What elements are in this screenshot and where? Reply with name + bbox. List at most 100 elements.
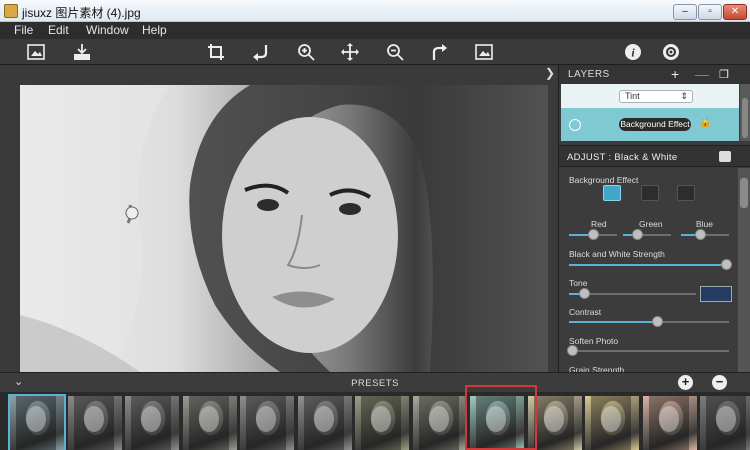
menu-edit[interactable]: Edit bbox=[48, 23, 69, 37]
slider-knob[interactable] bbox=[720, 259, 732, 270]
menu-file[interactable]: File bbox=[14, 23, 33, 37]
remove-layer-button[interactable]: — bbox=[695, 66, 709, 82]
layers-title: LAYERS bbox=[568, 69, 610, 80]
fit-image-icon[interactable] bbox=[475, 43, 493, 61]
channel-label-green: Green bbox=[639, 219, 663, 229]
right-panel: LAYERS + — ❐ Tint ⇕ Background Effect 🔒 A… bbox=[558, 65, 750, 375]
preset-thumbnail[interactable] bbox=[700, 396, 750, 450]
background-effect-label: Background Effect bbox=[569, 175, 639, 185]
menu-window[interactable]: Window bbox=[86, 23, 129, 37]
tone-color-swatch[interactable] bbox=[700, 286, 732, 302]
slider-contrast[interactable] bbox=[569, 316, 729, 327]
layer-name: Background Effect bbox=[619, 118, 691, 131]
preset-thumbnail[interactable] bbox=[585, 396, 639, 450]
channel-label-blue: Blue bbox=[696, 219, 714, 229]
preset-thumbnail[interactable] bbox=[527, 396, 582, 450]
channel-slider-green[interactable] bbox=[623, 229, 671, 240]
slider-knob[interactable] bbox=[588, 229, 599, 240]
thumbnail-face bbox=[256, 406, 276, 432]
tint-select[interactable]: Tint ⇕ bbox=[619, 90, 693, 103]
title-bar: jisuxz 图片素材 (4).jpg – ▫ ✕ bbox=[0, 0, 750, 22]
lock-icon[interactable]: 🔒 bbox=[699, 117, 711, 128]
preset-thumbnail[interactable] bbox=[355, 396, 409, 450]
effect-sun-icon[interactable] bbox=[641, 185, 659, 201]
thumbnail-face bbox=[658, 406, 679, 432]
slider-fill bbox=[569, 264, 726, 266]
channel-slider-red[interactable] bbox=[569, 229, 617, 240]
remove-preset-button[interactable]: − bbox=[712, 375, 727, 390]
presets-strip bbox=[0, 392, 750, 450]
thumbnail-face bbox=[26, 406, 46, 432]
zoom-out-icon[interactable] bbox=[386, 43, 404, 61]
slider-label-black-and-white-strength: Black and White Strength bbox=[569, 249, 665, 259]
toolbar: i bbox=[0, 39, 750, 65]
settings-icon[interactable] bbox=[662, 43, 680, 61]
adjust-title: ADJUST : Black & White bbox=[567, 152, 678, 163]
slider-black-and-white-strength[interactable] bbox=[569, 259, 732, 270]
thumbnail-face bbox=[716, 406, 736, 432]
open-image-icon[interactable] bbox=[27, 43, 45, 61]
effect-frame-icon[interactable] bbox=[677, 185, 695, 201]
presets-header: ⌄ PRESETS + − bbox=[0, 372, 750, 392]
rotate-left-icon[interactable] bbox=[252, 43, 270, 61]
maximize-button[interactable]: ▫ bbox=[698, 4, 722, 20]
slider-label-tone: Tone bbox=[569, 278, 588, 288]
preset-thumbnail[interactable] bbox=[125, 396, 179, 450]
slider-knob[interactable] bbox=[652, 316, 663, 327]
crop-icon[interactable] bbox=[207, 43, 225, 61]
add-preset-button[interactable]: + bbox=[678, 375, 693, 390]
move-icon[interactable] bbox=[341, 43, 359, 61]
slider-knob[interactable] bbox=[579, 288, 591, 299]
save-icon[interactable] bbox=[73, 43, 91, 61]
thumbnail-face bbox=[428, 406, 449, 432]
select-arrows-icon: ⇕ bbox=[680, 91, 688, 101]
channel-label-red: Red bbox=[591, 219, 607, 229]
effect-gradient-icon[interactable] bbox=[603, 185, 621, 201]
preset-thumbnail[interactable] bbox=[297, 396, 352, 450]
adjust-scrollbar[interactable] bbox=[738, 168, 750, 372]
presets-title: PRESETS bbox=[351, 378, 399, 389]
thumbnail-face bbox=[486, 406, 506, 432]
info-icon[interactable]: i bbox=[624, 43, 642, 61]
slider-knob[interactable] bbox=[695, 229, 707, 240]
layer-item-background-effect[interactable]: Background Effect 🔒 bbox=[561, 108, 739, 141]
duplicate-layer-icon[interactable]: ❐ bbox=[719, 68, 729, 81]
collapse-panel-chevron-icon[interactable]: ❯ bbox=[545, 66, 555, 80]
preset-thumbnail[interactable] bbox=[8, 394, 66, 450]
adjust-body: Background Effect Red Green Blue Black and… bbox=[559, 168, 739, 375]
channel-slider-blue[interactable] bbox=[681, 229, 729, 240]
slider-label-contrast: Contrast bbox=[569, 307, 602, 317]
slider-tone[interactable] bbox=[569, 288, 696, 299]
slider-knob[interactable] bbox=[632, 229, 644, 240]
layers-scrollbar[interactable] bbox=[740, 84, 750, 141]
adjust-options-icon[interactable] bbox=[719, 151, 731, 162]
preset-thumbnail[interactable] bbox=[412, 396, 467, 450]
preset-thumbnail[interactable] bbox=[642, 396, 697, 450]
preset-thumbnail[interactable] bbox=[182, 396, 237, 450]
thumbnail-face bbox=[141, 406, 161, 432]
photo-preview[interactable] bbox=[20, 85, 548, 372]
thumbnail-face bbox=[543, 406, 564, 432]
rotate-right-icon[interactable] bbox=[430, 43, 448, 61]
slider-fill bbox=[569, 321, 657, 323]
layer-visibility-radio[interactable] bbox=[569, 119, 581, 131]
slider-knob[interactable] bbox=[567, 345, 579, 356]
minimize-button[interactable]: – bbox=[673, 4, 697, 20]
slider-soften-photo[interactable] bbox=[567, 345, 729, 356]
preset-thumbnail[interactable] bbox=[67, 396, 122, 450]
thumbnail-face bbox=[601, 406, 621, 432]
preset-thumbnail[interactable] bbox=[470, 396, 524, 450]
menu-help[interactable]: Help bbox=[142, 23, 167, 37]
zoom-in-icon[interactable] bbox=[297, 43, 315, 61]
thumbnail-face bbox=[198, 406, 219, 432]
slider-label-soften-photo: Soften Photo bbox=[569, 336, 619, 346]
thumbnail-face bbox=[83, 406, 104, 432]
adjust-header: ADJUST : Black & White bbox=[559, 145, 750, 167]
layer-item-tint[interactable]: Tint ⇕ bbox=[561, 84, 739, 108]
close-button[interactable]: ✕ bbox=[723, 4, 747, 20]
canvas-area[interactable] bbox=[0, 65, 558, 372]
preset-thumbnail[interactable] bbox=[240, 396, 294, 450]
window-title: jisuxz 图片素材 (4).jpg bbox=[22, 6, 141, 20]
app-icon bbox=[4, 4, 18, 18]
add-layer-button[interactable]: + bbox=[671, 66, 679, 82]
